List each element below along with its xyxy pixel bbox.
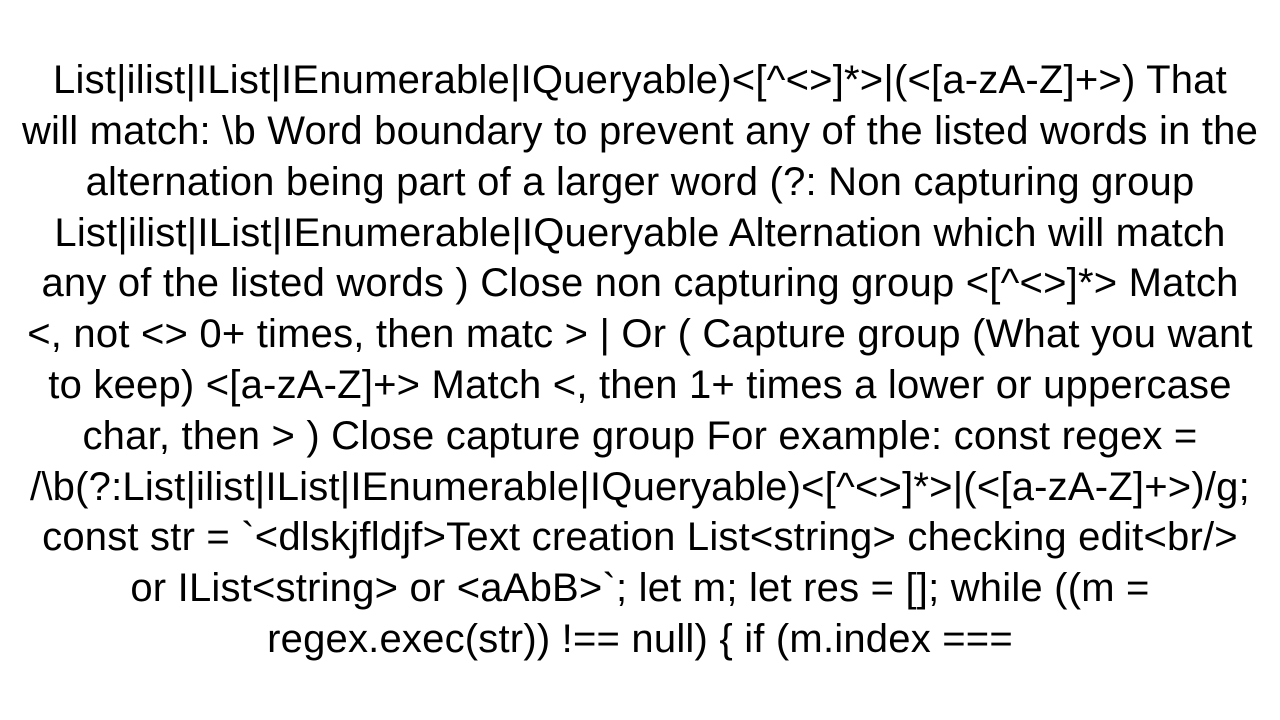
document-text: List|ilist|IList|IEnumerable|IQueryable)… — [20, 55, 1260, 665]
